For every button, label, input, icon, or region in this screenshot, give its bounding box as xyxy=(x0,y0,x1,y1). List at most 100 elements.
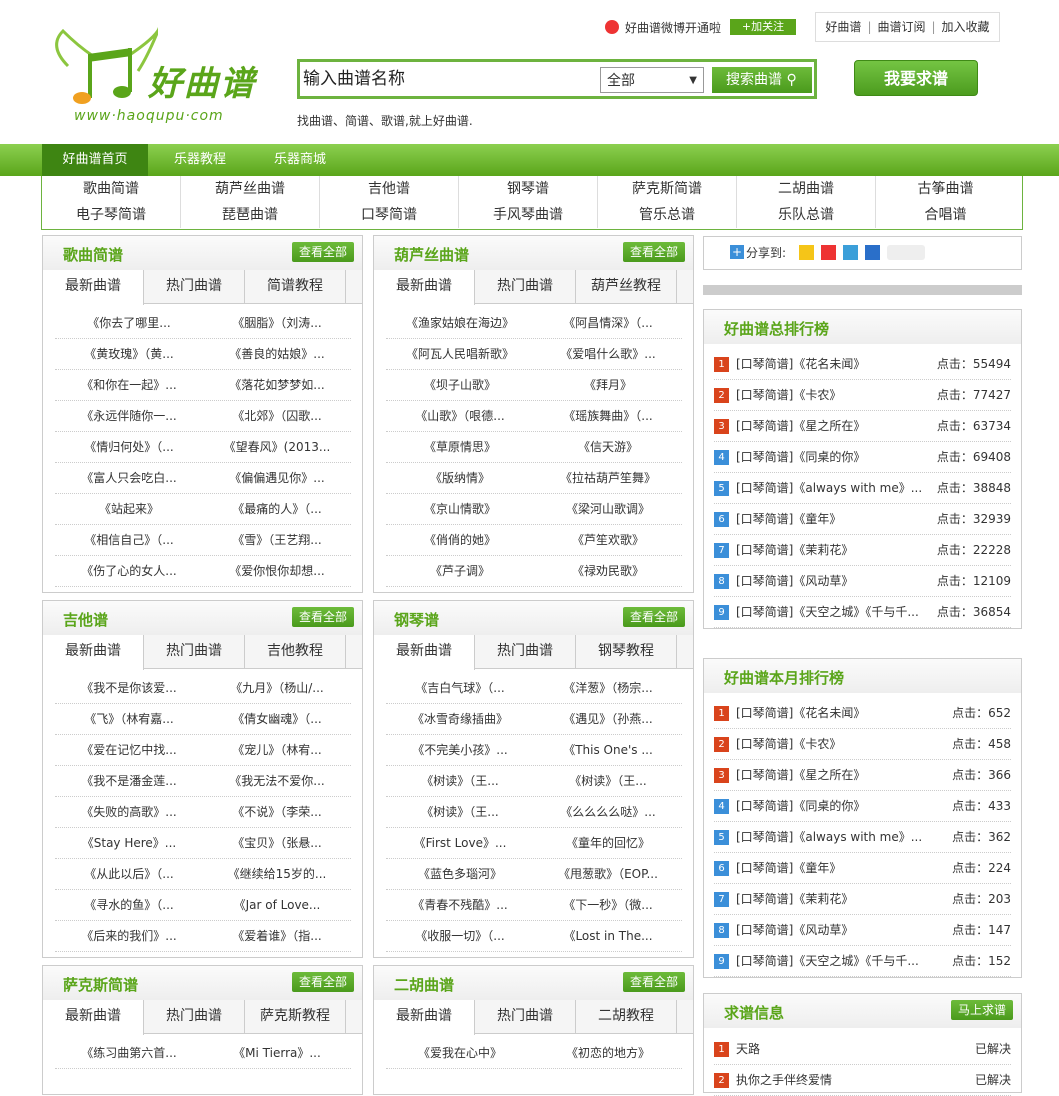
ranking-row[interactable]: 4 [口琴简谱]《同桌的你》 点击：433 xyxy=(714,791,1011,822)
panel-tab[interactable]: 钢琴教程 xyxy=(576,635,677,669)
score-link[interactable]: 《望春风》(2013... xyxy=(203,432,351,463)
score-link[interactable]: 《从此以后》（... xyxy=(55,859,203,890)
score-link[interactable]: 《落花如梦梦如... xyxy=(203,370,351,401)
score-link[interactable]: 《芦子调》 xyxy=(386,556,534,587)
ranking-title[interactable]: [口琴简谱]《星之所在》 xyxy=(736,760,865,790)
search-input[interactable]: 输入曲谱名称 xyxy=(303,65,593,93)
nav-shop[interactable]: 乐器商城 xyxy=(260,144,340,176)
category-link[interactable]: 吉他谱 xyxy=(320,176,459,202)
tencent-weibo-icon[interactable] xyxy=(843,245,858,260)
score-link[interactable]: 《最痛的人》（... xyxy=(203,494,351,525)
weibo-share-icon[interactable] xyxy=(821,245,836,260)
category-link[interactable]: 葫芦丝曲谱 xyxy=(181,176,320,202)
panel-tab[interactable]: 吉他教程 xyxy=(245,635,346,669)
category-link[interactable]: 合唱谱 xyxy=(876,202,1015,228)
score-link[interactable]: 《宠儿》（林宥... xyxy=(203,735,351,766)
score-link[interactable]: 《洋葱》（杨宗... xyxy=(534,673,682,704)
score-link[interactable]: 《信天游》 xyxy=(534,432,682,463)
view-all-button[interactable]: 查看全部 xyxy=(292,242,354,262)
request-row[interactable]: 2 执你之手伴终爱情 已解决 xyxy=(714,1065,1011,1096)
panel-tab[interactable]: 萨克斯教程 xyxy=(245,1000,346,1034)
panel-tab[interactable]: 最新曲谱 xyxy=(43,1000,144,1035)
ranking-row[interactable]: 7 [口琴简谱]《茉莉花》 点击：22228 xyxy=(714,535,1011,566)
score-link[interactable]: 《偏偏遇见你》... xyxy=(203,463,351,494)
ranking-row[interactable]: 2 [口琴简谱]《卡农》 点击：77427 xyxy=(714,380,1011,411)
category-link[interactable]: 古筝曲谱 xyxy=(876,176,1015,202)
search-category-select[interactable]: 全部 ▼ xyxy=(600,67,704,93)
ranking-title[interactable]: [口琴简谱]《茉莉花》 xyxy=(736,884,853,914)
score-link[interactable]: 《阿瓦人民唱新歌》 xyxy=(386,339,534,370)
score-link[interactable]: 《寻水的鱼》（... xyxy=(55,890,203,921)
score-link[interactable]: 《Jar of Love... xyxy=(203,890,351,921)
panel-tab[interactable]: 最新曲谱 xyxy=(374,1000,475,1035)
ranking-row[interactable]: 7 [口琴简谱]《茉莉花》 点击：203 xyxy=(714,884,1011,915)
ranking-title[interactable]: [口琴简谱]《always with me》... xyxy=(736,822,922,852)
score-link[interactable]: 《爱着谁》（指... xyxy=(203,921,351,952)
ranking-title[interactable]: [口琴简谱]《always with me》... xyxy=(736,473,922,503)
ranking-title[interactable]: [口琴简谱]《卡农》 xyxy=(736,380,841,410)
score-link[interactable]: 《黄玫瑰》（黄... xyxy=(55,339,203,370)
request-row[interactable]: 1 天路 已解决 xyxy=(714,1034,1011,1065)
score-link[interactable]: 《拜月》 xyxy=(534,370,682,401)
ranking-row[interactable]: 9 [口琴简谱]《天空之城》《千与千... 点击：152 xyxy=(714,946,1011,977)
view-all-button[interactable]: 查看全部 xyxy=(623,607,685,627)
score-link[interactable]: 《渔家姑娘在海边》 xyxy=(386,308,534,339)
score-link[interactable]: 《永远伴随你一... xyxy=(55,401,203,432)
view-all-button[interactable]: 查看全部 xyxy=(623,972,685,992)
category-link[interactable]: 歌曲简谱 xyxy=(42,176,181,202)
request-title[interactable]: 执你之手伴终爱情 xyxy=(736,1065,832,1095)
score-link[interactable]: 《飞》（林宥嘉... xyxy=(55,704,203,735)
qzone-icon[interactable] xyxy=(799,245,814,260)
score-link[interactable]: 《禄劝民歌》 xyxy=(534,556,682,587)
category-link[interactable]: 电子琴简谱 xyxy=(42,202,181,228)
score-link[interactable]: 《我无法不爱你... xyxy=(203,766,351,797)
score-link[interactable]: 《山歌》（哏德... xyxy=(386,401,534,432)
panel-tab[interactable]: 最新曲谱 xyxy=(43,270,144,305)
ranking-row[interactable]: 3 [口琴简谱]《星之所在》 点击：63734 xyxy=(714,411,1011,442)
panel-tab[interactable]: 热门曲谱 xyxy=(475,635,576,669)
share-plus-icon[interactable]: + xyxy=(730,245,744,259)
ranking-row[interactable]: 3 [口琴简谱]《星之所在》 点击：366 xyxy=(714,760,1011,791)
panel-tab[interactable]: 最新曲谱 xyxy=(374,635,475,670)
ranking-row[interactable]: 2 [口琴简谱]《卡农》 点击：458 xyxy=(714,729,1011,760)
ranking-title[interactable]: [口琴简谱]《茉莉花》 xyxy=(736,535,853,565)
score-link[interactable]: 《爱我在心中》 xyxy=(386,1038,534,1069)
ranking-title[interactable]: [口琴简谱]《星之所在》 xyxy=(736,411,865,441)
score-link[interactable]: 《版纳情》 xyxy=(386,463,534,494)
view-all-button[interactable]: 查看全部 xyxy=(623,242,685,262)
score-link[interactable]: 《甩葱歌》（EOP... xyxy=(534,859,682,890)
ranking-row[interactable]: 1 [口琴简谱]《花名未闻》 点击：55494 xyxy=(714,349,1011,380)
panel-tab[interactable]: 简谱教程 xyxy=(245,270,346,304)
panel-tab[interactable]: 最新曲谱 xyxy=(374,270,475,305)
score-link[interactable]: 《北郊》（囚歌... xyxy=(203,401,351,432)
score-link[interactable]: 《童年的回忆》 xyxy=(534,828,682,859)
score-link[interactable]: 《收服一切》（... xyxy=(386,921,534,952)
score-link[interactable]: 《富人只会吃白... xyxy=(55,463,203,494)
panel-tab[interactable]: 热门曲谱 xyxy=(144,1000,245,1034)
ranking-row[interactable]: 5 [口琴简谱]《always with me》... 点击：38848 xyxy=(714,473,1011,504)
score-link[interactable]: 《初恋的地方》 xyxy=(534,1038,682,1069)
score-link[interactable]: 《遇见》（孙燕... xyxy=(534,704,682,735)
score-link[interactable]: 《爱唱什么歌》... xyxy=(534,339,682,370)
score-link[interactable]: 《我不是你该爱... xyxy=(55,673,203,704)
score-link[interactable]: 《草原情思》 xyxy=(386,432,534,463)
ranking-title[interactable]: [口琴简谱]《花名未闻》 xyxy=(736,349,865,379)
score-link[interactable]: 《和你在一起》... xyxy=(55,370,203,401)
score-link[interactable]: 《Mi Tierra》... xyxy=(203,1038,351,1069)
site-logo[interactable]: 好曲谱 www·haoqupu·com xyxy=(48,26,268,126)
category-link[interactable]: 口琴简谱 xyxy=(320,202,459,228)
ranking-row[interactable]: 1 [口琴简谱]《花名未闻》 点击：652 xyxy=(714,698,1011,729)
search-button[interactable]: 搜索曲谱 ⚲ xyxy=(712,67,812,93)
score-link[interactable]: 《宝贝》（张悬... xyxy=(203,828,351,859)
weibo-link[interactable]: 好曲谱微博开通啦 xyxy=(605,19,721,36)
score-link[interactable]: 《善良的姑娘》... xyxy=(203,339,351,370)
view-all-button[interactable]: 查看全部 xyxy=(292,607,354,627)
score-link[interactable]: 《相信自己》（... xyxy=(55,525,203,556)
top-link-subscribe[interactable]: 曲谱订阅 xyxy=(877,20,925,34)
score-link[interactable]: 《伤了心的女人... xyxy=(55,556,203,587)
score-link[interactable]: 《站起来》 xyxy=(55,494,203,525)
score-link[interactable]: 《瑶族舞曲》（... xyxy=(534,401,682,432)
ranking-title[interactable]: [口琴简谱]《童年》 xyxy=(736,853,841,883)
score-link[interactable]: 《Lost in The... xyxy=(534,921,682,952)
ranking-row[interactable]: 8 [口琴简谱]《风动草》 点击：147 xyxy=(714,915,1011,946)
